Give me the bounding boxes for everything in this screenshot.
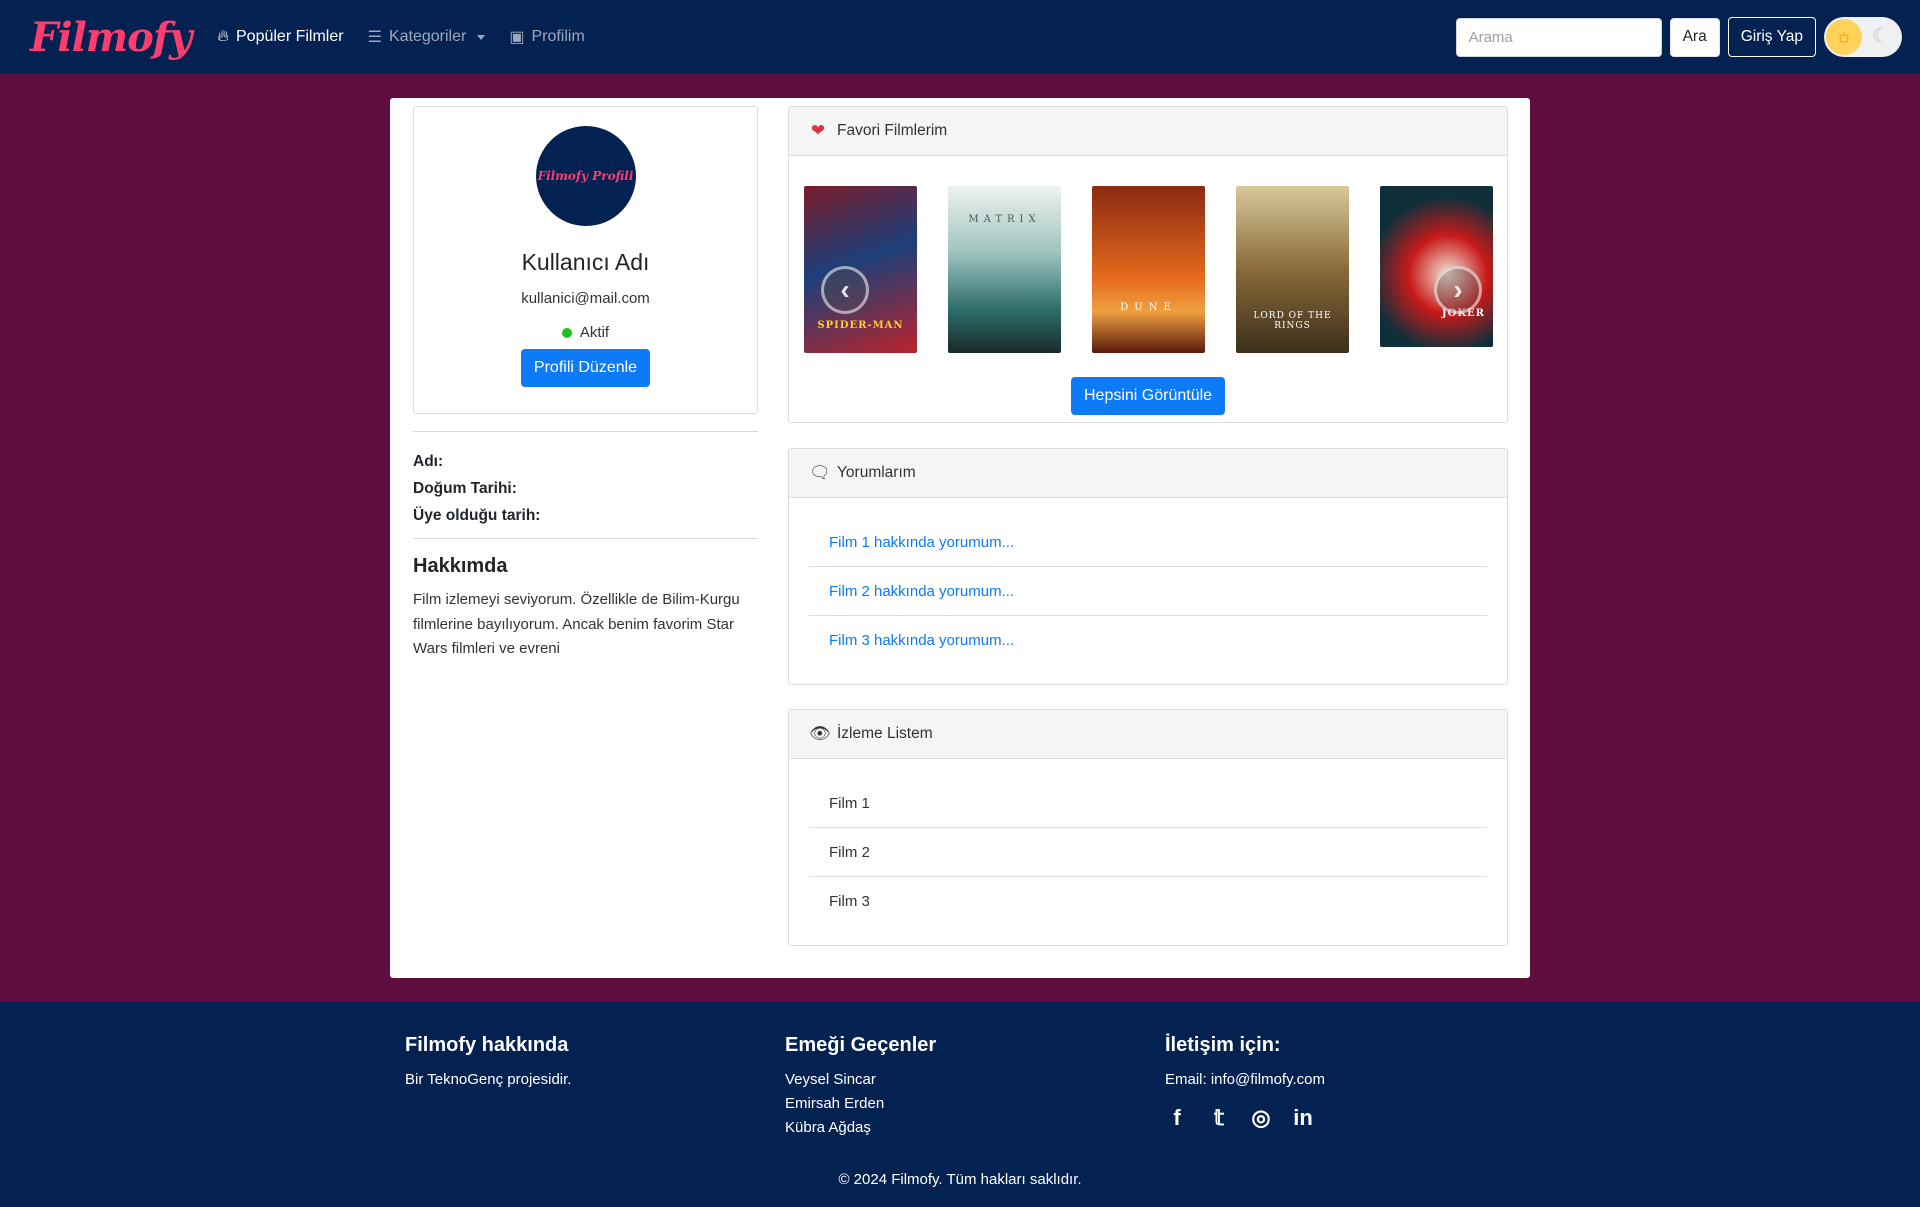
fire-icon: 🔥︎ xyxy=(217,28,229,45)
footer: Filmofy hakkında Bir TeknoGenç projesidi… xyxy=(0,1002,1920,1207)
comments-panel: 🗨︎ Yorumlarım Film 1 hakkında yorumum...… xyxy=(788,448,1508,685)
poster-title: MATRIX xyxy=(968,214,1041,225)
profile-info: Adı: Doğum Tarihi: Üye olduğu tarih: xyxy=(413,448,540,529)
carousel-next-button[interactable]: › xyxy=(1434,266,1482,314)
movie-poster[interactable]: JOKER xyxy=(1380,186,1493,347)
search-input[interactable] xyxy=(1455,17,1662,57)
footer-contact: İletişim için: Email: info@filmofy.com f… xyxy=(1165,1034,1325,1130)
credit-name: Emirsah Erden xyxy=(785,1095,885,1112)
footer-about-title: Filmofy hakkında xyxy=(405,1034,569,1056)
comments-title: Yorumlarım xyxy=(837,464,916,481)
status-dot-icon xyxy=(561,327,572,338)
username: Kullanıcı Adı xyxy=(521,249,650,275)
login-button[interactable]: Giriş Yap xyxy=(1727,17,1816,57)
footer-about: Filmofy hakkında Bir TeknoGenç projesidi… xyxy=(405,1034,571,1092)
nav-profile-label: Profilim xyxy=(531,28,585,45)
brand-logo[interactable]: Filmofy xyxy=(30,14,192,61)
list-icon: ☰ xyxy=(367,29,382,46)
watchlist-list: Film 1 Film 2 Film 3 xyxy=(789,779,1507,926)
credit-name: Veysel Sincar xyxy=(785,1071,876,1088)
poster-title: SPIDER-MAN xyxy=(817,320,904,331)
birth-date-label: Doğum Tarihi: xyxy=(413,480,517,497)
comment-link[interactable]: Film 2 hakkında yorumum... xyxy=(829,583,1014,600)
about-title: Hakkımda xyxy=(413,555,508,577)
movie-poster[interactable]: LORD OF THE RINGS xyxy=(1236,186,1349,353)
movie-poster[interactable]: SPIDER-MAN xyxy=(804,186,917,353)
carousel-prev-button[interactable]: ‹ xyxy=(821,266,869,314)
nav-categories-label: Kategoriler xyxy=(388,28,467,45)
credit-name: Kübra Ağdaş xyxy=(785,1119,871,1136)
nav-popular-movies[interactable]: 🔥︎ Popüler Filmler xyxy=(217,28,343,46)
main-content-card: Filmofy Profili Kullanıcı Adı kullanici@… xyxy=(390,98,1530,978)
member-since-label: Üye olduğu tarih: xyxy=(413,507,541,524)
footer-about-text: Bir TeknoGenç projesidir. xyxy=(405,1071,572,1088)
movie-poster[interactable]: MATRIX xyxy=(948,186,1061,353)
list-item: Film 3 xyxy=(829,893,870,910)
eye-icon: 👁︎ xyxy=(809,724,831,743)
poster-title: LORD OF THE RINGS xyxy=(1253,311,1332,331)
list-item: Film 1 xyxy=(809,779,1487,828)
search-button[interactable]: Ara xyxy=(1669,17,1720,57)
divider xyxy=(413,431,758,432)
facebook-icon[interactable]: f xyxy=(1165,1105,1189,1130)
status-indicator: Aktif xyxy=(414,324,757,341)
list-item: Film 2 xyxy=(809,828,1487,877)
avatar: Filmofy Profili xyxy=(535,126,636,226)
status-label: Aktif xyxy=(579,324,610,341)
divider xyxy=(413,538,758,539)
comments-icon: 🗨︎ xyxy=(809,463,831,482)
theme-toggle[interactable]: ☼ ☾ xyxy=(1824,17,1902,57)
favorites-panel: ❤ Favori Filmlerim SPIDER-MAN MATRIX DUN… xyxy=(788,106,1508,423)
social-links: f 𝕥 ◎ in xyxy=(1165,1105,1325,1130)
footer-contact-title: İletişim için: xyxy=(1165,1034,1281,1056)
navbar-right: Ara Giriş Yap ☼ ☾ xyxy=(1455,17,1902,57)
id-card-icon: ▣ xyxy=(509,29,525,46)
poster-title: DUNE xyxy=(1120,302,1177,313)
list-item: Film 3 hakkında yorumum... xyxy=(809,616,1487,665)
footer-credits-title: Emeği Geçenler xyxy=(785,1034,937,1056)
caret-down-icon xyxy=(477,34,486,40)
list-item: Film 2 hakkında yorumum... xyxy=(809,567,1487,616)
sun-icon: ☼ xyxy=(1826,19,1862,55)
view-all-button[interactable]: Hepsini Görüntüle xyxy=(1071,377,1226,415)
twitter-icon[interactable]: 𝕥 xyxy=(1207,1105,1231,1130)
contact-email[interactable]: Email: info@filmofy.com xyxy=(1165,1068,1325,1092)
favorites-title: Favori Filmlerim xyxy=(837,122,948,139)
profile-card: Filmofy Profili Kullanıcı Adı kullanici@… xyxy=(413,106,758,414)
movie-poster[interactable]: DUNE xyxy=(1092,186,1205,353)
nav-popular-label: Popüler Filmler xyxy=(236,28,344,45)
favorites-header: ❤ Favori Filmlerim xyxy=(789,107,1507,156)
comment-link[interactable]: Film 1 hakkında yorumum... xyxy=(829,534,1014,551)
edit-profile-button[interactable]: Profili Düzenle xyxy=(520,349,651,387)
favorites-carousel: SPIDER-MAN MATRIX DUNE LORD OF THE RINGS… xyxy=(804,186,1493,353)
moon-icon: ☾ xyxy=(1871,26,1889,47)
footer-credits: Emeği Geçenler Veysel Sincar Emirsah Erd… xyxy=(785,1034,936,1140)
copyright: © 2024 Filmofy. Tüm hakları saklıdır. xyxy=(838,1171,1082,1188)
nav-categories-dropdown[interactable]: ☰ Kategoriler xyxy=(368,27,486,47)
navbar: Filmofy 🔥︎ Popüler Filmler ☰ Kategoriler… xyxy=(0,0,1920,74)
name-label: Adı: xyxy=(413,453,444,470)
watchlist-header: 👁︎ İzleme Listem xyxy=(789,710,1507,759)
linkedin-icon[interactable]: in xyxy=(1291,1105,1315,1130)
comments-header: 🗨︎ Yorumlarım xyxy=(789,449,1507,498)
about-text: Film izlemeyi seviyorum. Özellikle de Bi… xyxy=(413,591,740,657)
list-item: Film 1 hakkında yorumum... xyxy=(809,518,1487,567)
comment-link[interactable]: Film 3 hakkında yorumum... xyxy=(829,632,1014,649)
user-email: kullanici@mail.com xyxy=(521,290,650,307)
watchlist-panel: 👁︎ İzleme Listem Film 1 Film 2 Film 3 xyxy=(788,709,1508,946)
watchlist-title: İzleme Listem xyxy=(837,725,933,742)
instagram-icon[interactable]: ◎ xyxy=(1249,1105,1273,1130)
nav-profile[interactable]: ▣ Profilim xyxy=(509,27,584,47)
heart-icon: ❤ xyxy=(810,121,826,140)
comments-list: Film 1 hakkında yorumum... Film 2 hakkın… xyxy=(789,518,1507,665)
